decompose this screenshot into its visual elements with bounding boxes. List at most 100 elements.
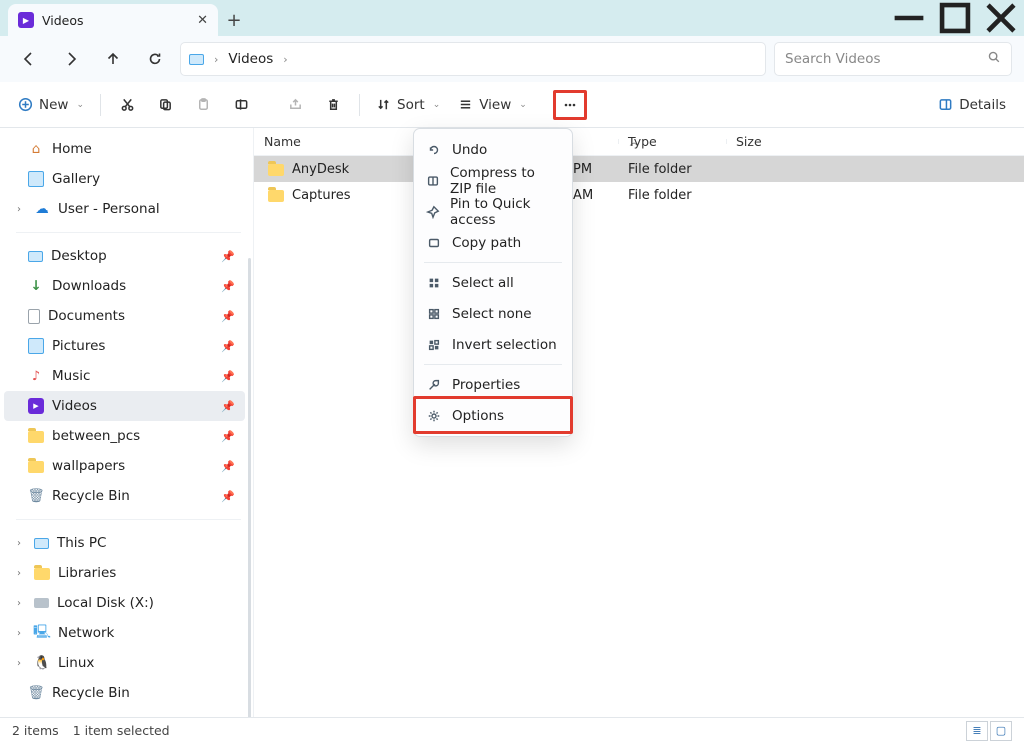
pin-icon: 📌	[221, 460, 235, 473]
search-placeholder: Search Videos	[785, 51, 881, 67]
music-icon: ♪	[28, 368, 44, 384]
menu-compress[interactable]: Compress to ZIP file	[418, 165, 568, 196]
toolbar-separator	[100, 94, 101, 116]
breadcrumb[interactable]: › Videos ›	[180, 42, 766, 76]
status-selected: 1 item selected	[73, 723, 170, 738]
sidebar-item-label: User - Personal	[58, 201, 160, 217]
sidebar-item-user[interactable]: ›☁User - Personal	[4, 194, 245, 224]
sidebar-item-label: Pictures	[52, 338, 105, 354]
pin-icon: 📌	[221, 310, 235, 323]
search-input[interactable]: Search Videos	[774, 42, 1012, 76]
sidebar-item-between-pcs[interactable]: between_pcs📌	[4, 421, 245, 451]
pin-icon: 📌	[221, 430, 235, 443]
sidebar-item-this-pc[interactable]: ›This PC	[4, 528, 245, 558]
sidebar-item-label: Videos	[52, 398, 97, 414]
chevron-right-icon: ›	[279, 53, 291, 66]
icons-view-button[interactable]: ▢	[990, 721, 1012, 741]
new-button[interactable]: New ⌄	[10, 88, 92, 122]
back-button[interactable]	[12, 42, 46, 76]
sort-label: Sort	[397, 97, 425, 113]
sidebar-item-local-disk[interactable]: ›Local Disk (X:)	[4, 588, 245, 618]
toolbar: New ⌄ Sort ⌄ View ⌄ Details	[0, 82, 1024, 128]
pin-icon: 📌	[221, 490, 235, 503]
rename-button[interactable]	[223, 88, 259, 122]
sidebar-item-wallpapers[interactable]: wallpapers📌	[4, 451, 245, 481]
undo-icon	[426, 142, 442, 158]
sidebar-item-music[interactable]: ♪Music📌	[4, 361, 245, 391]
file-row[interactable]: AnyDesk :14 PM File folder	[254, 156, 1024, 182]
refresh-button[interactable]	[138, 42, 172, 76]
minimize-button[interactable]	[886, 0, 932, 36]
selectall-icon	[426, 275, 442, 291]
sidebar-item-label: Linux	[58, 655, 94, 671]
menu-label: Properties	[452, 377, 520, 393]
maximize-button[interactable]	[932, 0, 978, 36]
sidebar-item-label: Local Disk (X:)	[57, 595, 154, 611]
sidebar-item-pictures[interactable]: Pictures 📌	[4, 331, 245, 361]
sidebar: ⌂Home Gallery ›☁User - Personal Desktop📌…	[0, 128, 254, 717]
more-button[interactable]	[553, 90, 587, 120]
sidebar-item-recycle-bin-2[interactable]: 🗑Recycle Bin	[4, 678, 245, 708]
menu-select-none[interactable]: Select none	[418, 298, 568, 329]
menu-pin[interactable]: Pin to Quick access	[418, 196, 568, 227]
sidebar-item-downloads[interactable]: ↓Downloads📌	[4, 271, 245, 301]
file-row[interactable]: Captures :48 AM File folder	[254, 182, 1024, 208]
column-size[interactable]: Size	[726, 134, 798, 149]
menu-label: Options	[452, 408, 504, 424]
sidebar-item-network[interactable]: ›🖳Network	[4, 618, 245, 648]
sort-button[interactable]: Sort ⌄	[368, 88, 448, 122]
tab-close-button[interactable]: ✕	[197, 13, 208, 28]
share-button[interactable]	[277, 88, 313, 122]
details-pane-button[interactable]: Details	[930, 88, 1014, 122]
paste-button[interactable]	[185, 88, 221, 122]
copypath-icon	[426, 235, 442, 251]
menu-copy-path[interactable]: Copy path	[418, 227, 568, 258]
status-bar: 2 items 1 item selected ≣ ▢	[0, 717, 1024, 743]
details-label: Details	[959, 97, 1006, 113]
sidebar-item-recycle-bin[interactable]: 🗑Recycle Bin📌	[4, 481, 245, 511]
wrench-icon	[426, 377, 442, 393]
delete-button[interactable]	[315, 88, 351, 122]
file-type: File folder	[618, 188, 726, 203]
chevron-down-icon: ⌄	[76, 100, 84, 110]
chevron-right-icon: ›	[12, 628, 26, 639]
sidebar-item-documents[interactable]: Documents📌	[4, 301, 245, 331]
menu-label: Pin to Quick access	[450, 196, 560, 228]
menu-options[interactable]: Options	[418, 400, 568, 431]
menu-undo[interactable]: Undo	[418, 134, 568, 165]
up-button[interactable]	[96, 42, 130, 76]
folder-icon	[28, 431, 44, 443]
gallery-icon	[28, 171, 44, 187]
linux-icon: 🐧	[34, 655, 50, 671]
pin-icon: 📌	[221, 370, 235, 383]
details-view-button[interactable]: ≣	[966, 721, 988, 741]
selectnone-icon	[426, 306, 442, 322]
forward-button[interactable]	[54, 42, 88, 76]
sidebar-item-gallery[interactable]: Gallery	[4, 164, 245, 194]
sidebar-item-label: Recycle Bin	[52, 685, 130, 701]
cut-button[interactable]	[109, 88, 145, 122]
chevron-right-icon: ›	[12, 538, 26, 549]
network-icon: 🖳	[34, 625, 50, 641]
column-type[interactable]: Type	[618, 134, 726, 149]
new-tab-button[interactable]: +	[218, 4, 250, 36]
sidebar-item-videos[interactable]: Videos📌	[4, 391, 245, 421]
copy-button[interactable]	[147, 88, 183, 122]
status-count: 2 items	[12, 723, 59, 738]
menu-invert-selection[interactable]: Invert selection	[418, 329, 568, 360]
videos-icon	[28, 398, 44, 414]
sidebar-item-desktop[interactable]: Desktop📌	[4, 241, 245, 271]
menu-select-all[interactable]: Select all	[418, 267, 568, 298]
title-bar: Videos ✕ +	[0, 0, 1024, 36]
tab-videos[interactable]: Videos ✕	[8, 4, 218, 36]
menu-label: Select all	[452, 275, 514, 291]
menu-properties[interactable]: Properties	[418, 369, 568, 400]
chevron-right-icon: ›	[12, 204, 26, 215]
more-menu: Undo Compress to ZIP file Pin to Quick a…	[413, 128, 573, 437]
pin-icon: 📌	[221, 340, 235, 353]
view-button[interactable]: View ⌄	[450, 88, 535, 122]
sidebar-item-linux[interactable]: ›🐧Linux	[4, 648, 245, 678]
sidebar-item-home[interactable]: ⌂Home	[4, 134, 245, 164]
sidebar-item-libraries[interactable]: ›Libraries	[4, 558, 245, 588]
close-button[interactable]	[978, 0, 1024, 36]
